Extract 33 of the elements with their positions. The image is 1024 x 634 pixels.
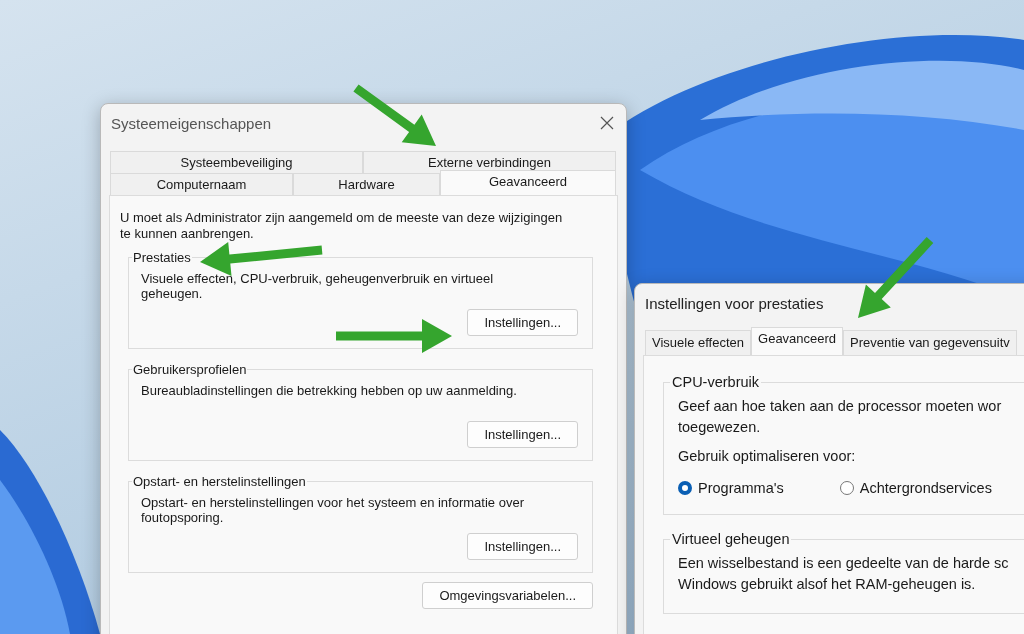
tab[interactable]: Hardware — [293, 173, 440, 195]
radio-button[interactable] — [839, 481, 854, 495]
description-line: Geef aan hoe taken aan de processor moeten wor — [678, 397, 1003, 416]
group-description: Bureaubladinstellingen die betrekking hebben op uw aanmelding. — [141, 383, 518, 400]
group-description: Visuele effecten, CPU-verbruik, geheugenverbruik en virtueel geheugen. — [141, 271, 495, 301]
tab[interactable]: Geavanceerd — [751, 327, 844, 355]
radio-button[interactable] — [678, 481, 692, 495]
close-icon[interactable] — [600, 116, 614, 130]
group-title: Opstart- en herstelinstellingen — [132, 474, 307, 489]
notice-text: U moet als Administrator zijn aangemeld om de meeste van deze wijzigingen te kunnen aanbrengen. — [120, 210, 564, 242]
environment-variables-button[interactable]: Omgevingsvariabelen... — [422, 582, 593, 609]
group-title: CPU-verbruik — [671, 374, 760, 390]
tab[interactable]: Visuele effecten — [645, 330, 752, 355]
description-line: toegewezen. — [678, 418, 762, 437]
tab[interactable]: Computernaam — [110, 173, 293, 195]
group-title: Gebruikersprofielen — [132, 362, 248, 377]
settings-button[interactable]: Instellingen... — [467, 533, 578, 560]
group-description: Opstart- en herstelinstellingen voor het systeem en informatie over foutopsporing. — [141, 495, 525, 525]
window-title: Instellingen voor prestaties — [645, 294, 824, 312]
tab[interactable]: Geavanceerd — [440, 170, 616, 195]
tab[interactable]: Preventie van gegevensuitv — [843, 330, 1017, 355]
description-line: Windows gebruikt alsof het RAM-geheugen is. — [678, 575, 977, 594]
radio-label[interactable]: Programma's — [698, 480, 784, 496]
window-title: Systeemeigenschappen — [111, 114, 272, 132]
tab[interactable]: Externe verbindingen — [363, 151, 616, 173]
group-title: Prestaties — [132, 250, 192, 265]
prompt-text: Gebruik optimaliseren voor: — [678, 448, 857, 464]
settings-button[interactable]: Instellingen... — [467, 309, 578, 336]
settings-button[interactable]: Instellingen... — [467, 421, 578, 448]
group-title: Virtueel geheugen — [671, 531, 791, 547]
radio-label[interactable]: Achtergrondservices — [859, 480, 992, 496]
description-line: Een wisselbestand is een gedeelte van de harde sc — [678, 554, 1010, 573]
tab[interactable]: Systeembeveiliging — [110, 151, 363, 173]
